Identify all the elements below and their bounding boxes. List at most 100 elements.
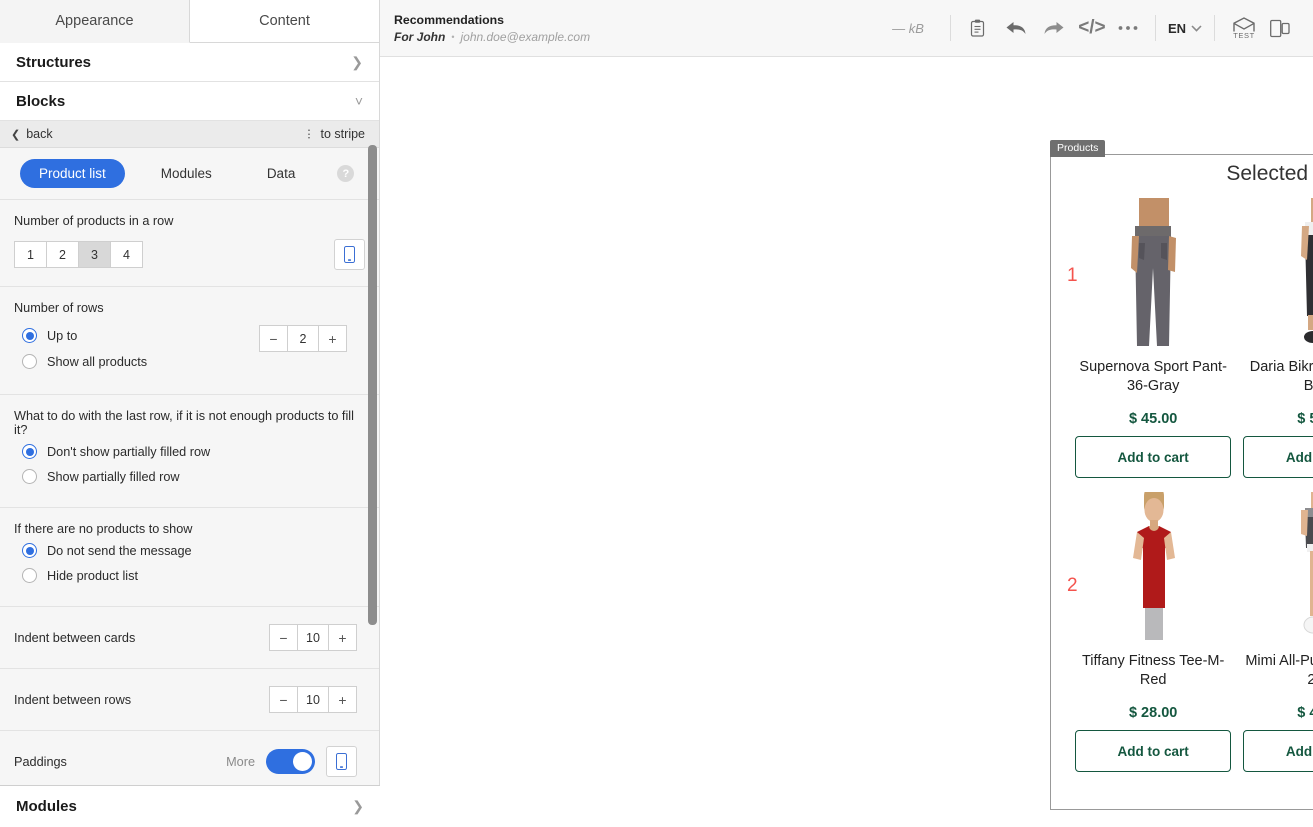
radio-do-not-send[interactable] bbox=[22, 543, 37, 558]
tab-content[interactable]: Content bbox=[190, 0, 379, 43]
to-stripe-label: to stripe bbox=[320, 127, 365, 141]
block-label-products[interactable]: Products bbox=[1050, 140, 1106, 157]
subtab-product-list-label: Product list bbox=[39, 166, 106, 181]
mobile-icon bbox=[344, 246, 355, 263]
panel-top-tabs: Appearance Content bbox=[0, 0, 379, 43]
radio-show-all[interactable] bbox=[22, 354, 37, 369]
code-icon[interactable]: </> bbox=[1077, 13, 1107, 43]
seg-3[interactable]: 3 bbox=[78, 241, 111, 268]
indent-rows-increment-button[interactable]: + bbox=[328, 686, 357, 713]
product-card[interactable]: Mimi All-Purpose Short-29... $ 44.00 Add… bbox=[1237, 492, 1313, 772]
radio-line-show-partial[interactable]: Show partially filled row bbox=[22, 469, 365, 484]
radio-hide-product-list[interactable] bbox=[22, 568, 37, 583]
section-blocks[interactable]: Blocks ˅ bbox=[0, 82, 379, 121]
mail-subject: Recommendations bbox=[394, 12, 505, 27]
test-envelope-icon[interactable]: TEST bbox=[1227, 13, 1261, 43]
settings-scrollbar[interactable] bbox=[368, 145, 377, 625]
radio-up-to[interactable] bbox=[22, 328, 37, 343]
settings-scroll-area[interactable]: Product list Modules Data ? Number of pr… bbox=[0, 148, 379, 827]
ellipsis-icon[interactable] bbox=[1113, 13, 1143, 43]
test-label: TEST bbox=[1233, 30, 1255, 40]
add-to-cart-button[interactable]: Add to cart bbox=[1243, 436, 1313, 478]
product-price: $ 44.00 bbox=[1297, 705, 1313, 721]
back-button[interactable]: ❮ back bbox=[11, 127, 53, 141]
product-row: Tiffany Fitness Tee-M-Red $ 28.00 Add to… bbox=[1051, 492, 1313, 772]
radio-line-show-all[interactable]: Show all products bbox=[22, 354, 147, 369]
mobile-view-toggle-paddings[interactable] bbox=[326, 746, 357, 777]
product-name: Mimi All-Purpose Short-29... bbox=[1245, 653, 1313, 688]
product-block-title: Selected just for you bbox=[1226, 162, 1313, 185]
add-to-cart-label: Add to cart bbox=[1285, 743, 1313, 759]
paddings-more-label: More bbox=[226, 754, 255, 769]
row-marker-2: 2 bbox=[1067, 575, 1078, 596]
section-structures-label: Structures bbox=[16, 53, 92, 71]
chevron-right-icon: ❯ bbox=[352, 798, 364, 814]
help-icon[interactable]: ? bbox=[337, 165, 355, 182]
seg-4[interactable]: 4 bbox=[110, 241, 143, 268]
radio-line-up-to[interactable]: Up to bbox=[22, 328, 147, 343]
rows-increment-button[interactable]: + bbox=[318, 325, 347, 352]
product-card[interactable]: Daria Bikram Pant-29-Black $ 51.00 Add t… bbox=[1237, 198, 1313, 478]
minus-icon: − bbox=[269, 330, 278, 347]
radio-line-do-not-send[interactable]: Do not send the message bbox=[22, 543, 365, 558]
rows-stepper: − 2 + bbox=[259, 325, 347, 352]
section-blocks-label: Blocks bbox=[16, 92, 66, 110]
device-preview-icon[interactable] bbox=[1265, 13, 1295, 43]
undo-icon[interactable] bbox=[1001, 13, 1031, 43]
rows-value[interactable]: 2 bbox=[287, 325, 319, 352]
indent-rows-stepper: − 10 + bbox=[269, 686, 357, 713]
seg-1[interactable]: 1 bbox=[14, 241, 47, 268]
product-price: $ 51.00 bbox=[1297, 411, 1313, 427]
email-canvas[interactable]: Products Selected just for you 1 2 bbox=[380, 57, 1313, 827]
radio-show-partial[interactable] bbox=[22, 469, 37, 484]
toolbar-divider bbox=[1214, 15, 1215, 41]
product-list-block[interactable]: Selected just for you 1 2 bbox=[1050, 154, 1313, 810]
seg-2[interactable]: 2 bbox=[46, 241, 79, 268]
paddings-label: Paddings bbox=[14, 754, 67, 769]
clipboard-icon[interactable] bbox=[963, 13, 993, 43]
product-row: Supernova Sport Pant-36-Gray $ 45.00 Add… bbox=[1051, 198, 1313, 478]
section-structures[interactable]: Structures ❯ bbox=[0, 43, 379, 82]
subtab-modules[interactable]: Modules bbox=[161, 166, 212, 181]
product-photo-fitness-tee bbox=[1133, 492, 1176, 640]
rows-decrement-button[interactable]: − bbox=[259, 325, 288, 352]
radio-dont-show-partial[interactable] bbox=[22, 444, 37, 459]
subtab-modules-label: Modules bbox=[160, 166, 212, 181]
chevron-up-icon: ︙ bbox=[303, 129, 315, 141]
add-to-cart-button[interactable]: Add to cart bbox=[1075, 436, 1232, 478]
product-photo-purpose-short bbox=[1301, 492, 1313, 634]
paddings-more-toggle[interactable] bbox=[266, 749, 315, 774]
indent-cards-increment-button[interactable]: + bbox=[328, 624, 357, 651]
seg-4-label: 4 bbox=[123, 247, 130, 262]
radio-dont-show-partial-label: Don't show partially filled row bbox=[47, 444, 211, 459]
indent-cards-decrement-button[interactable]: − bbox=[269, 624, 298, 651]
rows-value-text: 2 bbox=[299, 331, 307, 346]
tab-appearance-label: Appearance bbox=[55, 13, 134, 29]
radio-line-dont-show-partial[interactable]: Don't show partially filled row bbox=[22, 444, 365, 459]
subtab-data[interactable]: Data bbox=[267, 166, 296, 181]
radio-hide-product-list-label: Hide product list bbox=[47, 568, 138, 583]
tab-appearance[interactable]: Appearance bbox=[0, 0, 190, 43]
mobile-view-toggle-products-in-row[interactable] bbox=[334, 239, 365, 270]
indent-cards-stepper: − 10 + bbox=[269, 624, 357, 651]
product-card[interactable]: Tiffany Fitness Tee-M-Red $ 28.00 Add to… bbox=[1069, 492, 1237, 772]
add-to-cart-label: Add to cart bbox=[1117, 743, 1189, 759]
language-selector[interactable]: EN bbox=[1168, 21, 1202, 36]
radio-line-hide-product-list[interactable]: Hide product list bbox=[22, 568, 365, 583]
indent-cards-value[interactable]: 10 bbox=[297, 624, 329, 651]
redo-icon[interactable] bbox=[1039, 13, 1069, 43]
language-label: EN bbox=[1167, 20, 1186, 36]
radio-up-to-label: Up to bbox=[47, 328, 78, 343]
add-to-cart-button[interactable]: Add to cart bbox=[1075, 730, 1232, 772]
section-modules[interactable]: Modules ❯ bbox=[0, 785, 380, 827]
to-stripe-button[interactable]: ︙ to stripe bbox=[304, 126, 365, 142]
mail-header-info: Recommendations For John • john.doe@exam… bbox=[394, 13, 892, 44]
indent-rows-label: Indent between rows bbox=[14, 692, 132, 707]
subtab-product-list[interactable]: Product list bbox=[20, 159, 125, 188]
product-image bbox=[1075, 492, 1231, 642]
indent-rows-decrement-button[interactable]: − bbox=[269, 686, 298, 713]
add-to-cart-button[interactable]: Add to cart bbox=[1243, 730, 1313, 772]
block-label-products-text: Products bbox=[1057, 142, 1099, 154]
product-card[interactable]: Supernova Sport Pant-36-Gray $ 45.00 Add… bbox=[1069, 198, 1237, 478]
indent-rows-value[interactable]: 10 bbox=[297, 686, 329, 713]
